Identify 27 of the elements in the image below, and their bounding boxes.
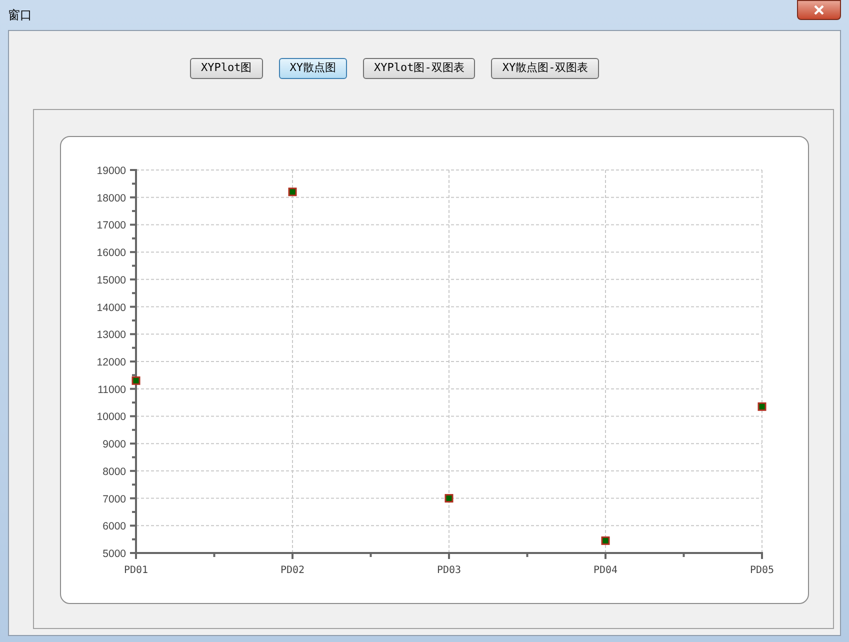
- chart-type-button[interactable]: XYPlot图: [190, 58, 263, 79]
- y-tick-label: 10000: [96, 411, 126, 424]
- chart-type-button[interactable]: XY散点图: [278, 58, 347, 79]
- x-tick-label: PD03: [436, 565, 462, 576]
- y-tick-label: 18000: [96, 192, 126, 204]
- chart-type-button[interactable]: XY散点图-双图表: [491, 58, 600, 79]
- chart-type-button[interactable]: XYPlot图-双图表: [363, 58, 476, 79]
- y-tick-label: 9000: [102, 438, 126, 451]
- x-tick-label: PD01: [124, 565, 148, 576]
- y-tick-label: 6000: [102, 520, 126, 533]
- x-tick-label: PD02: [280, 565, 305, 576]
- y-tick-label: 17000: [96, 220, 126, 232]
- y-tick-label: 15000: [96, 274, 126, 286]
- close-icon: [813, 5, 825, 15]
- y-tick-label: 13000: [96, 329, 126, 342]
- y-tick-label: 16000: [96, 247, 126, 260]
- y-tick-label: 12000: [96, 356, 126, 368]
- x-tick-label: PD05: [750, 565, 774, 576]
- x-tick-label: PD04: [593, 565, 618, 576]
- y-tick-label: 7000: [102, 493, 126, 506]
- window-title: 窗口: [8, 7, 32, 24]
- y-tick-label: 11000: [98, 384, 126, 396]
- close-button[interactable]: [797, 0, 841, 20]
- y-tick-label: 8000: [102, 466, 126, 478]
- y-tick-label: 5000: [102, 548, 126, 560]
- y-tick-label: 19000: [96, 165, 126, 177]
- y-tick-label: 14000: [96, 302, 126, 314]
